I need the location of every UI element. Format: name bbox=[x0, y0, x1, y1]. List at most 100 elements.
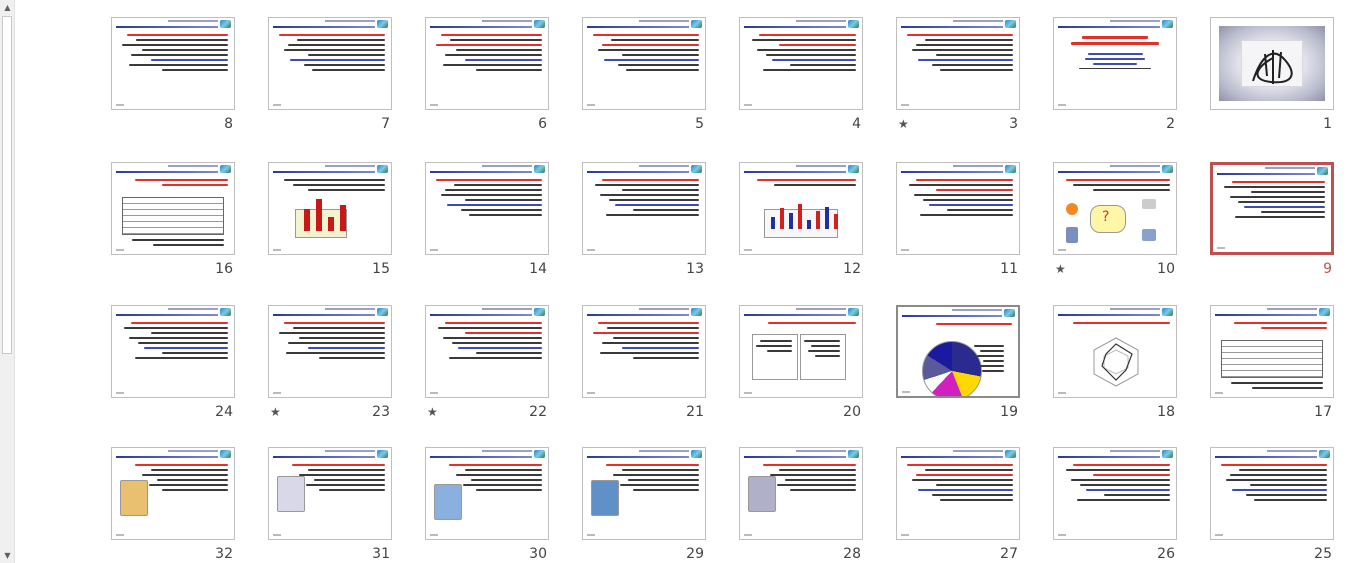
slide-number: 8 bbox=[224, 116, 233, 132]
slide-preview[interactable] bbox=[1210, 305, 1334, 398]
scroll-up-icon[interactable]: ▲ bbox=[0, 0, 15, 15]
slide-thumbnail-14[interactable]: 14 bbox=[425, 145, 549, 277]
slide-thumbnail-24[interactable]: 24 bbox=[111, 288, 235, 420]
slide-number: 31 bbox=[372, 546, 390, 562]
slide-preview[interactable] bbox=[896, 447, 1020, 540]
slide-preview[interactable] bbox=[1210, 162, 1334, 255]
slide-thumbnail-27[interactable]: 27 bbox=[896, 430, 1020, 562]
logo-icon bbox=[848, 450, 859, 458]
slide-thumbnail-10[interactable]: ? ★ 10 bbox=[1053, 145, 1177, 277]
slide-thumbnail-1[interactable]: 1 bbox=[1210, 0, 1334, 132]
slide-number: 20 bbox=[843, 404, 861, 420]
slide-thumbnail-15[interactable]: 15 bbox=[268, 145, 392, 277]
logo-icon bbox=[1005, 165, 1016, 173]
slide-preview[interactable] bbox=[1210, 447, 1334, 540]
slide-preview[interactable]: ? bbox=[1053, 162, 1177, 255]
scroll-down-icon[interactable]: ▼ bbox=[0, 548, 15, 563]
transition-star-icon[interactable]: ★ bbox=[1055, 261, 1066, 277]
slide-preview[interactable] bbox=[268, 305, 392, 398]
slide-thumbnail-2[interactable]: 2 bbox=[1053, 0, 1177, 132]
slide-preview[interactable] bbox=[739, 17, 863, 110]
slide-thumbnail-8[interactable]: 8 bbox=[111, 0, 235, 132]
slide-preview[interactable] bbox=[896, 305, 1020, 398]
slide-thumbnail-5[interactable]: 5 bbox=[582, 0, 706, 132]
slide-preview[interactable] bbox=[425, 447, 549, 540]
slide-thumbnail-7[interactable]: 7 bbox=[268, 0, 392, 132]
slide-preview[interactable] bbox=[425, 162, 549, 255]
slide-preview[interactable] bbox=[582, 162, 706, 255]
logo-icon bbox=[1005, 20, 1016, 28]
slide-thumbnail-6[interactable]: 6 bbox=[425, 0, 549, 132]
logo-icon bbox=[1319, 450, 1330, 458]
slide-number: 25 bbox=[1314, 546, 1332, 562]
logo-icon bbox=[848, 308, 859, 316]
slide-preview[interactable] bbox=[1053, 17, 1177, 110]
slide-thumbnail-26[interactable]: 26 bbox=[1053, 430, 1177, 562]
slide-thumbnail-13[interactable]: 13 bbox=[582, 145, 706, 277]
transition-star-icon[interactable]: ★ bbox=[898, 116, 909, 132]
transition-star-icon[interactable]: ★ bbox=[270, 404, 281, 420]
slide-header bbox=[897, 449, 1019, 459]
slide-preview[interactable] bbox=[268, 17, 392, 110]
slide-header bbox=[426, 449, 548, 459]
slide-preview[interactable] bbox=[896, 17, 1020, 110]
transition-star-icon[interactable]: ★ bbox=[427, 404, 438, 420]
slide-preview[interactable] bbox=[739, 447, 863, 540]
slide-picture bbox=[591, 480, 619, 516]
slide-thumbnail-9[interactable]: 9 bbox=[1210, 145, 1334, 277]
slide-thumbnail-19[interactable]: 19 bbox=[896, 288, 1020, 420]
slide-thumbnail-18[interactable]: 18 bbox=[1053, 288, 1177, 420]
slide-number: 3 bbox=[1009, 116, 1018, 132]
scrollbar-thumb[interactable] bbox=[2, 16, 12, 354]
slide-preview[interactable] bbox=[739, 305, 863, 398]
slide-thumbnail-32[interactable]: 32 bbox=[111, 430, 235, 562]
slide-preview[interactable] bbox=[111, 17, 235, 110]
slide-header bbox=[112, 307, 234, 317]
slide-preview[interactable] bbox=[425, 17, 549, 110]
slide-preview[interactable] bbox=[739, 162, 863, 255]
slide-number: 2 bbox=[1166, 116, 1175, 132]
slide-number: 16 bbox=[215, 261, 233, 277]
vertical-scrollbar[interactable]: ▲ ▼ bbox=[0, 0, 15, 563]
slide-preview[interactable] bbox=[582, 305, 706, 398]
logo-icon bbox=[1319, 308, 1330, 316]
slide-preview[interactable] bbox=[425, 305, 549, 398]
slide-header bbox=[583, 307, 705, 317]
slide-thumbnail-22[interactable]: ★ 22 bbox=[425, 288, 549, 420]
slide-preview[interactable] bbox=[582, 447, 706, 540]
slide-preview[interactable] bbox=[111, 305, 235, 398]
logo-icon bbox=[220, 450, 231, 458]
slide-preview[interactable] bbox=[1053, 305, 1177, 398]
slide-preview[interactable] bbox=[111, 447, 235, 540]
slide-thumbnail-4[interactable]: 4 bbox=[739, 0, 863, 132]
slide-thumbnail-12[interactable]: 12 bbox=[739, 145, 863, 277]
slide-preview[interactable] bbox=[268, 447, 392, 540]
logo-icon bbox=[377, 450, 388, 458]
slide-thumbnail-23[interactable]: ★ 23 bbox=[268, 288, 392, 420]
slide-preview[interactable] bbox=[1053, 447, 1177, 540]
slide-thumbnail-29[interactable]: 29 bbox=[582, 430, 706, 562]
slide-thumbnail-16[interactable]: 16 bbox=[111, 145, 235, 277]
slide-number: 22 bbox=[529, 404, 547, 420]
slide-preview[interactable] bbox=[111, 162, 235, 255]
slide-preview[interactable] bbox=[268, 162, 392, 255]
slide-preview[interactable] bbox=[1210, 17, 1334, 110]
slide-thumbnail-20[interactable]: 20 bbox=[739, 288, 863, 420]
slide-thumbnail-17[interactable]: 17 bbox=[1210, 288, 1334, 420]
slide-thumbnail-31[interactable]: 31 bbox=[268, 430, 392, 562]
slide-header bbox=[112, 19, 234, 29]
slide-preview[interactable] bbox=[896, 162, 1020, 255]
logo-icon bbox=[377, 20, 388, 28]
slide-header bbox=[1213, 166, 1331, 176]
slide-thumbnail-21[interactable]: 21 bbox=[582, 288, 706, 420]
logo-icon bbox=[220, 165, 231, 173]
slide-picture bbox=[434, 484, 462, 520]
slide-thumbnail-28[interactable]: 28 bbox=[739, 430, 863, 562]
slide-preview[interactable] bbox=[582, 17, 706, 110]
slide-thumbnail-3[interactable]: ★ 3 bbox=[896, 0, 1020, 132]
slide-thumbnail-25[interactable]: 25 bbox=[1210, 430, 1334, 562]
slide-thumbnail-11[interactable]: 11 bbox=[896, 145, 1020, 277]
logo-icon bbox=[1162, 308, 1173, 316]
slide-thumbnail-30[interactable]: 30 bbox=[425, 430, 549, 562]
slide-number: 10 bbox=[1157, 261, 1175, 277]
